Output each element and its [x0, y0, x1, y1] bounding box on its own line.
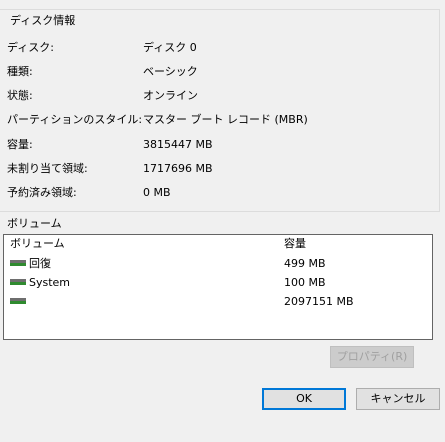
drive-icon: [10, 260, 26, 266]
volumes-list[interactable]: ボリューム 容量 回復 499 MB System 100 MB 2097151…: [3, 234, 433, 340]
drive-icon: [10, 298, 26, 304]
info-label: 容量:: [7, 138, 33, 151]
info-label: 状態:: [7, 89, 33, 102]
volume-capacity: 2097151 MB: [284, 295, 354, 308]
volume-name-cell: 回復: [10, 257, 51, 271]
list-item[interactable]: System 100 MB: [4, 276, 432, 292]
list-item[interactable]: 回復 499 MB: [4, 257, 432, 273]
info-label: パーティションのスタイル:: [7, 113, 143, 126]
volume-name-cell: [10, 295, 29, 309]
volume-name: System: [29, 276, 71, 289]
info-value: ベーシック: [143, 65, 198, 78]
volume-name-cell: System: [10, 276, 70, 290]
info-label: 種類:: [7, 65, 33, 78]
info-label: 予約済み領域:: [7, 186, 77, 199]
ok-button[interactable]: OK: [262, 388, 346, 410]
volume-capacity: 499 MB: [284, 257, 326, 270]
disk-info-title: ディスク情報: [7, 12, 79, 28]
volume-name: 回復: [29, 257, 51, 270]
list-header: ボリューム 容量: [4, 237, 432, 251]
info-value: ディスク 0: [143, 41, 197, 54]
info-label: ディスク:: [7, 41, 54, 54]
column-header-volume[interactable]: ボリューム: [10, 237, 65, 251]
cancel-button[interactable]: キャンセル: [356, 388, 440, 410]
list-item[interactable]: 2097151 MB: [4, 295, 432, 311]
info-value: 1717696 MB: [143, 162, 213, 175]
info-value: 3815447 MB: [143, 138, 213, 151]
info-label: 未割り当て領域:: [7, 162, 88, 175]
drive-icon: [10, 279, 26, 285]
volume-capacity: 100 MB: [284, 276, 326, 289]
info-value: マスター ブート レコード (MBR): [143, 113, 308, 126]
volumes-caption: ボリューム: [7, 217, 62, 230]
column-header-capacity[interactable]: 容量: [284, 237, 306, 251]
info-value: 0 MB: [143, 186, 171, 199]
info-value: オンライン: [143, 89, 198, 102]
properties-button[interactable]: プロパティ(R): [330, 346, 414, 368]
